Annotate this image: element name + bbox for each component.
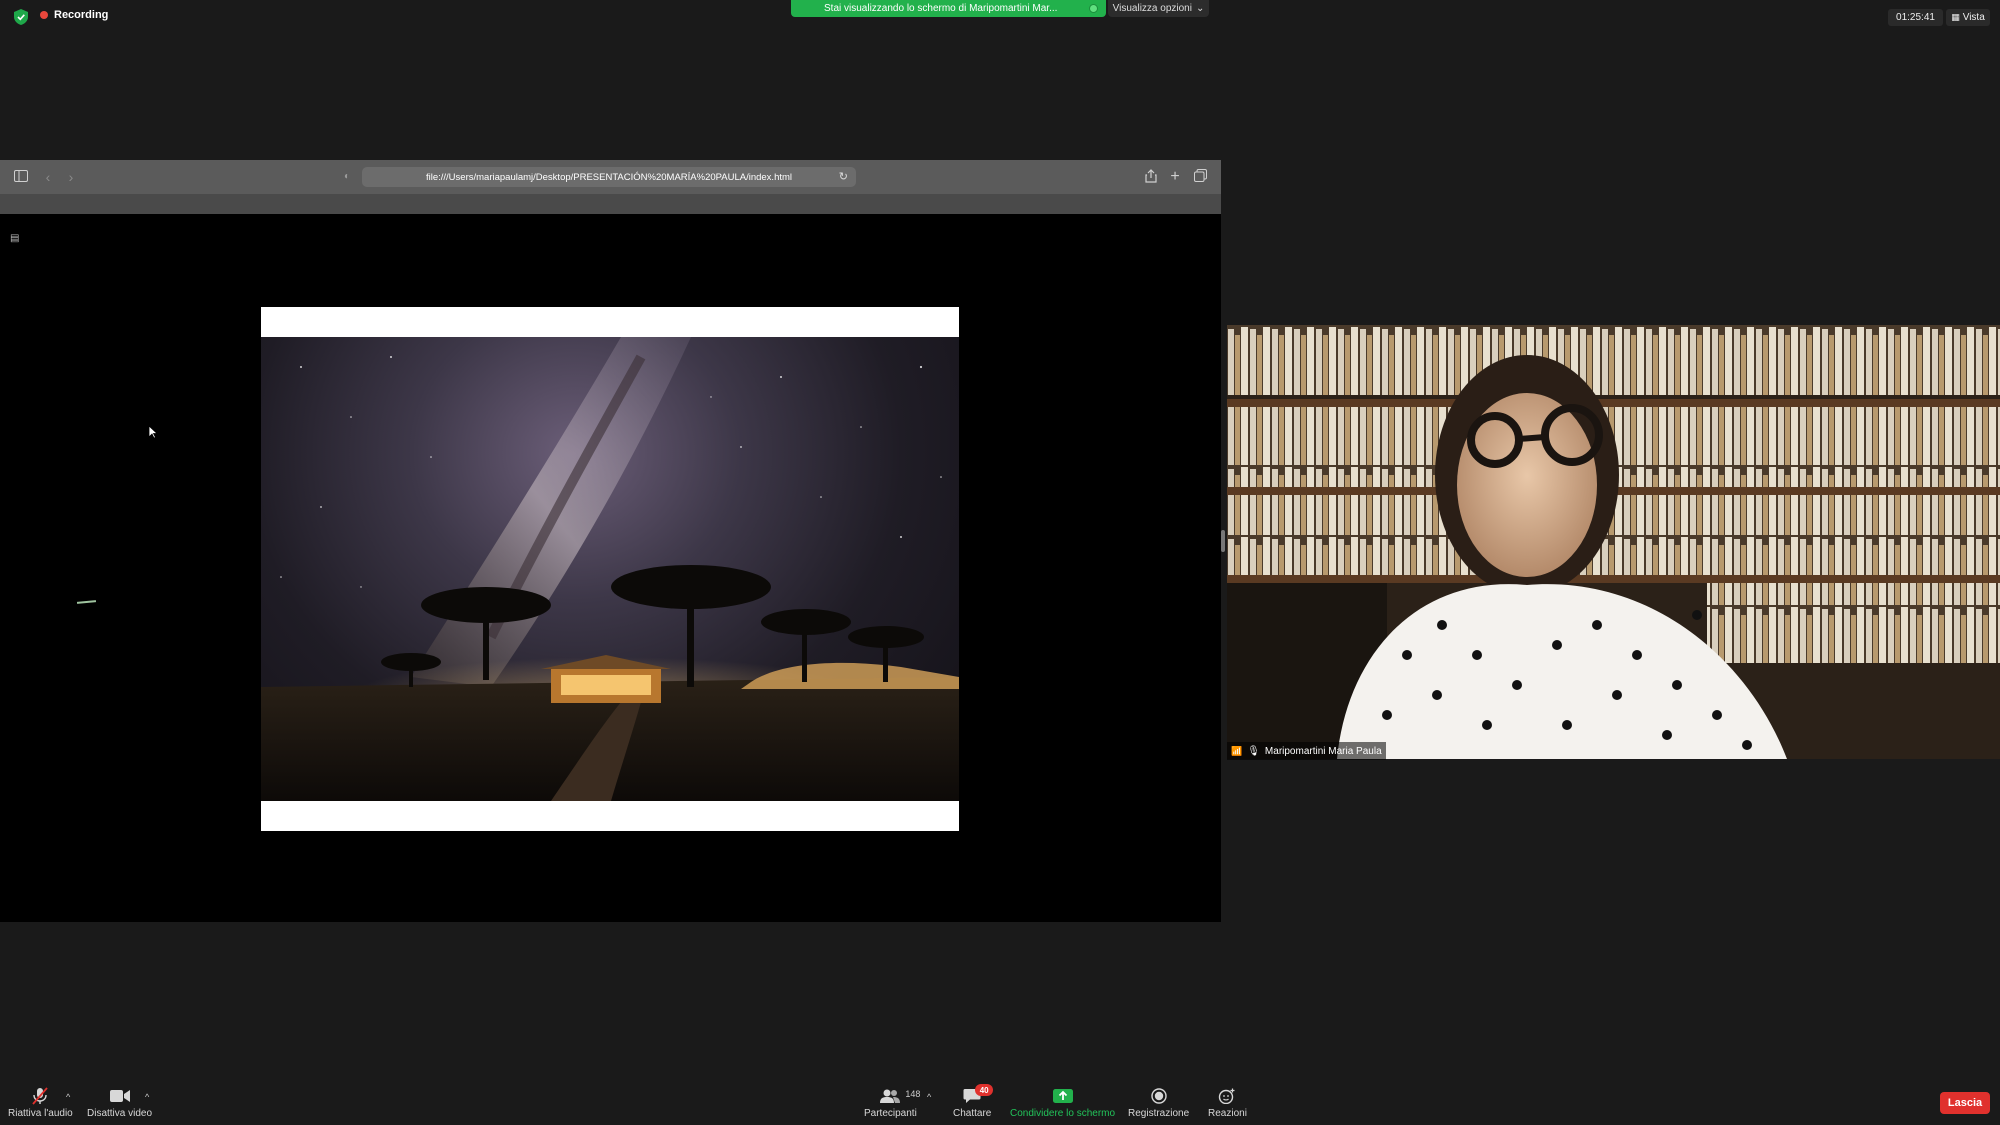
sidebar-icon[interactable]	[13, 169, 29, 185]
stop-video-button[interactable]: Disattiva video	[87, 1087, 152, 1119]
leave-meeting-button[interactable]: Lascia	[1940, 1092, 1990, 1114]
muted-mic-icon: 🎙	[1247, 745, 1260, 757]
participants-button[interactable]: 148 Partecipanti	[864, 1087, 920, 1119]
signal-strength-icon: 📶	[1231, 745, 1243, 756]
meeting-timer: 01:25:41	[1888, 9, 1943, 26]
chat-unread-badge: 40	[975, 1084, 994, 1096]
privacy-icon[interactable]: ◐	[339, 169, 355, 185]
chat-bubble-icon: 40	[961, 1084, 994, 1105]
view-button-label: Vista	[1962, 12, 1985, 23]
reactions-button[interactable]: Reazioni	[1208, 1087, 1247, 1119]
share-status-icon	[1089, 4, 1098, 13]
stop-video-label: Disattiva video	[87, 1108, 153, 1119]
view-button[interactable]: ▦ Vista	[1946, 9, 1990, 26]
milky-way-photo	[261, 337, 959, 801]
unmute-button[interactable]: Riattiva l'audio	[8, 1087, 73, 1119]
smiley-add-icon	[1216, 1087, 1238, 1105]
unmute-label: Riattiva l'audio	[8, 1108, 73, 1119]
chat-label: Chattare	[953, 1108, 992, 1119]
grid-icon: ▦	[1951, 12, 1960, 22]
presentation-slide	[261, 307, 959, 831]
record-icon	[1148, 1087, 1170, 1105]
participant-video-frame	[1227, 325, 2000, 759]
recording-dot-icon	[40, 11, 48, 19]
tabs-grid-icon[interactable]: ▤	[10, 233, 19, 244]
reload-icon[interactable]: ↻	[839, 170, 848, 183]
new-tab-icon[interactable]: +	[1167, 169, 1183, 185]
shield-icon[interactable]	[14, 9, 28, 25]
participants-caret-icon[interactable]: ^	[927, 1092, 931, 1102]
participants-count: 148	[905, 1089, 921, 1099]
browser-tab-strip: ▤	[0, 194, 1221, 244]
participants-label: Partecipanti	[864, 1108, 917, 1119]
share-screen-label: Condividere lo schermo	[1010, 1108, 1116, 1119]
muted-microphone-icon	[29, 1087, 51, 1105]
video-options-caret-icon[interactable]: ^	[145, 1092, 149, 1102]
recording-label: Recording	[54, 9, 109, 21]
participants-icon: 148	[879, 1087, 920, 1105]
share-screen-icon	[1052, 1087, 1074, 1105]
view-options-label: Visualizza opzioni	[1112, 3, 1192, 14]
meeting-time: 01:25:41	[1896, 12, 1935, 23]
tab-overview-icon[interactable]	[1192, 169, 1208, 185]
zoom-meeting-window: Recording Stai visualizzando lo schermo …	[0, 0, 2000, 1125]
participant-name: Maripomartini Maria Paula	[1264, 745, 1382, 757]
meeting-toolbar: Riattiva l'audio ^ Disattiva video ^ 148…	[0, 1082, 2000, 1125]
browser-toolbar: ‹ › ◐ file:///Users/mariapaulamj/Desktop…	[0, 160, 1221, 194]
back-icon[interactable]: ‹	[40, 169, 56, 185]
audio-options-caret-icon[interactable]: ^	[66, 1092, 70, 1102]
video-camera-icon	[109, 1087, 131, 1105]
recording-indicator[interactable]: Recording	[40, 9, 108, 21]
screen-share-banner: Stai visualizzando lo schermo di Maripom…	[791, 0, 1106, 17]
split-resize-handle[interactable]	[1221, 530, 1225, 552]
record-button[interactable]: Registrazione	[1128, 1087, 1189, 1119]
view-options-button[interactable]: Visualizza opzioni ⌄	[1108, 0, 1209, 17]
url-text: file:///Users/mariapaulamj/Desktop/PRESE…	[425, 171, 793, 183]
share-banner-text: Stai visualizzando lo schermo di Maripom…	[824, 3, 1058, 14]
leave-label: Lascia	[1947, 1097, 1983, 1109]
chat-button[interactable]: 40 Chattare	[953, 1084, 994, 1119]
forward-icon[interactable]: ›	[63, 169, 79, 185]
chevron-down-icon: ⌄	[1195, 3, 1205, 14]
address-bar[interactable]: file:///Users/mariapaulamj/Desktop/PRESE…	[362, 167, 856, 187]
reactions-label: Reazioni	[1208, 1108, 1247, 1119]
top-status-bar: Recording Stai visualizzando lo schermo …	[0, 0, 2000, 34]
participant-video[interactable]	[1227, 325, 2000, 759]
participant-name-tag: 📶 🎙 Maripomartini Maria Paula	[1227, 742, 1386, 760]
night-sky-image	[261, 337, 959, 801]
shared-screen: ‹ › ◐ file:///Users/mariapaulamj/Desktop…	[0, 160, 1221, 922]
record-label: Registrazione	[1128, 1108, 1190, 1119]
share-screen-button[interactable]: Condividere lo schermo	[1010, 1087, 1115, 1119]
share-icon[interactable]	[1143, 169, 1159, 185]
mouse-pointer-icon	[148, 425, 158, 439]
